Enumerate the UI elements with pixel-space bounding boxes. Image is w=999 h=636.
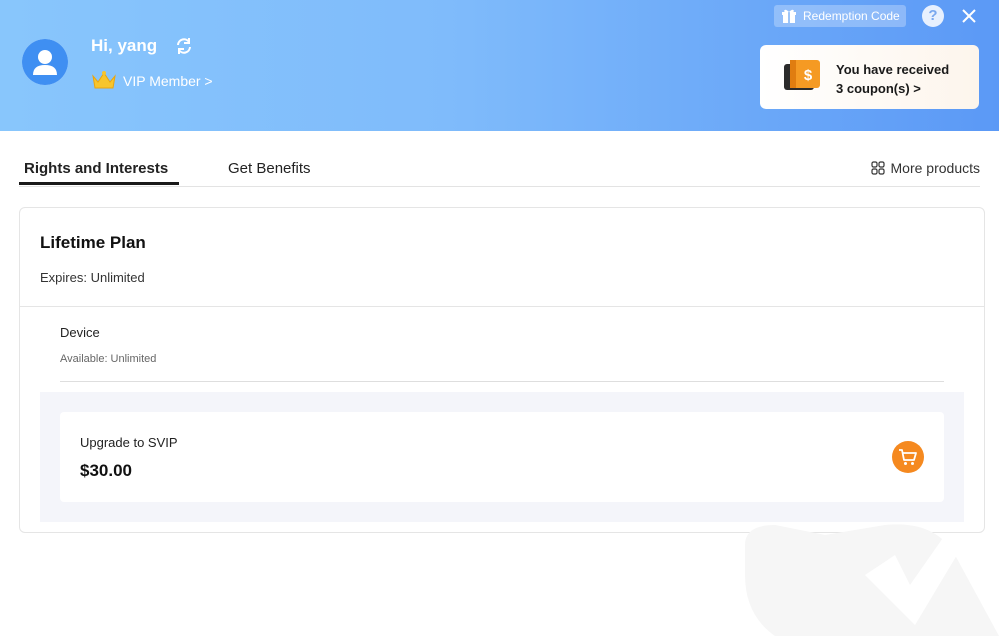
- plan-card: Lifetime Plan Expires: Unlimited Device …: [19, 207, 985, 533]
- plan-expires: Expires: Unlimited: [40, 270, 145, 285]
- grid-icon: [870, 161, 885, 175]
- device-availability: Available: Unlimited: [60, 353, 157, 365]
- device-name: Device: [60, 325, 100, 340]
- cart-icon: [899, 449, 917, 465]
- tab-bar: Rights and Interests Get Benefits More p…: [19, 150, 980, 187]
- coupon-line-1: You have received: [836, 62, 950, 77]
- redemption-code-button[interactable]: Redemption Code: [774, 5, 906, 27]
- greeting-text: Hi, yang: [91, 36, 158, 55]
- more-products-label: More products: [890, 160, 980, 176]
- upgrade-label: Upgrade to SVIP: [80, 435, 178, 450]
- upgrade-offer: Upgrade to SVIP $30.00: [60, 412, 944, 502]
- avatar-icon: [22, 39, 68, 85]
- buy-upgrade-button[interactable]: [892, 441, 924, 473]
- upgrade-panel: Upgrade to SVIP $30.00: [40, 392, 964, 522]
- more-products-link[interactable]: More products: [870, 160, 980, 176]
- svg-text:$: $: [804, 67, 813, 84]
- refresh-icon[interactable]: [174, 36, 194, 56]
- coupon-icon: $: [784, 60, 820, 90]
- help-symbol: ?: [928, 7, 938, 24]
- divider: [60, 381, 944, 382]
- tab-get-benefits[interactable]: Get Benefits: [228, 160, 311, 177]
- tab-rights-and-interests[interactable]: Rights and Interests: [24, 160, 168, 177]
- header-banner: Hi, yang VIP Member > Redemption Code ? …: [0, 0, 999, 131]
- redemption-code-label: Redemption Code: [803, 9, 900, 23]
- coupon-card[interactable]: $ You have received 3 coupon(s) >: [760, 45, 979, 109]
- vip-member-link[interactable]: VIP Member >: [123, 73, 213, 89]
- gift-icon: [782, 9, 796, 23]
- upgrade-price: $30.00: [80, 461, 132, 480]
- coupon-line-2: 3 coupon(s) >: [836, 81, 921, 96]
- divider: [20, 306, 984, 307]
- avatar[interactable]: [22, 39, 68, 85]
- coupon-text: You have received 3 coupon(s) >: [836, 60, 949, 98]
- plan-title: Lifetime Plan: [40, 233, 146, 252]
- help-icon[interactable]: ?: [922, 5, 944, 27]
- active-tab-underline: [19, 182, 179, 185]
- crown-icon: [92, 71, 116, 89]
- close-icon[interactable]: [958, 5, 980, 27]
